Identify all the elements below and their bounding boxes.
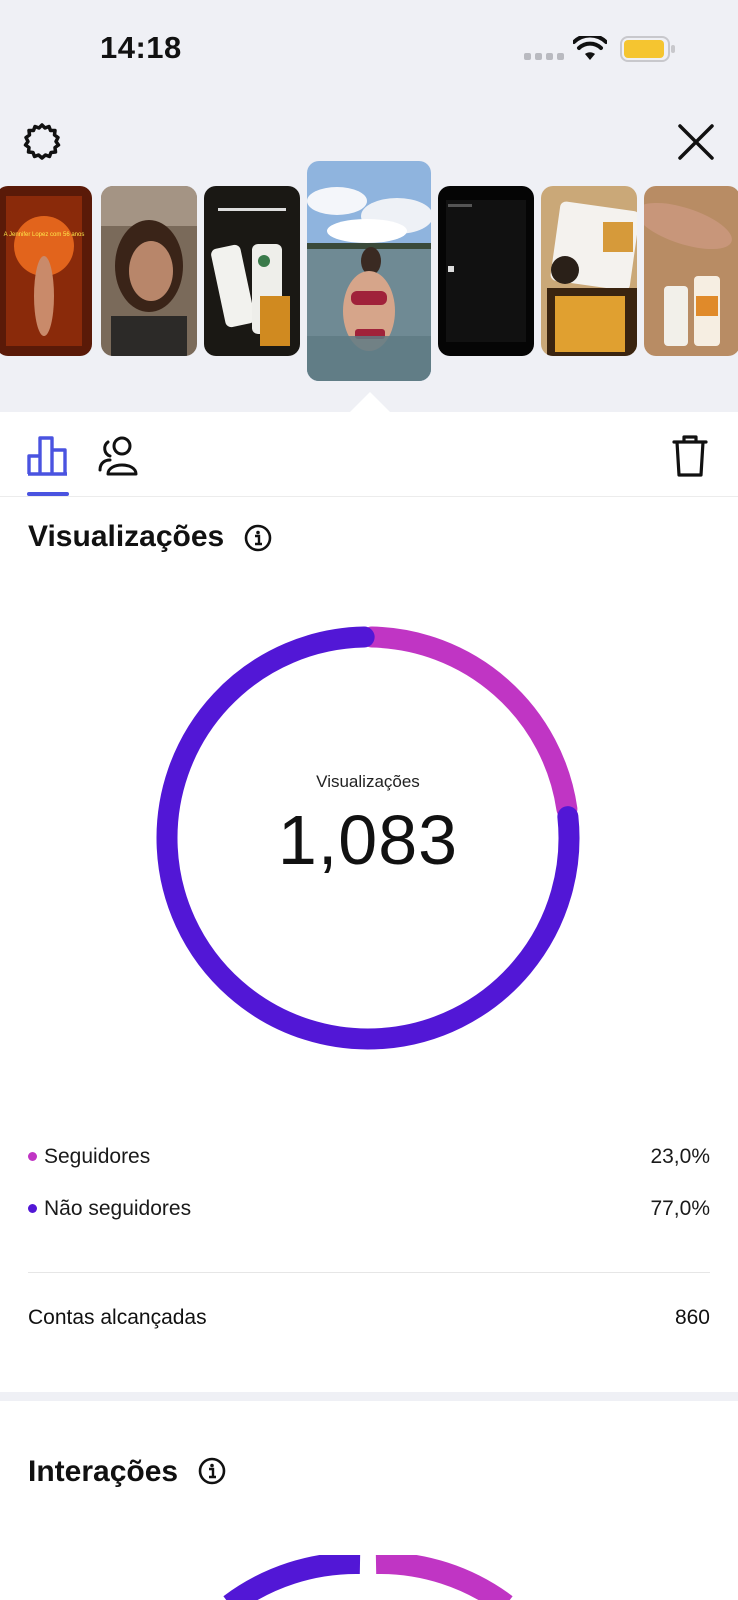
story-thumbnail-selected[interactable] — [307, 161, 431, 381]
story-overlay-text: A Jennifer Lopez com 56 anos — [4, 232, 85, 238]
info-icon[interactable] — [244, 524, 272, 552]
interactions-donut-chart-partial — [223, 1555, 513, 1600]
story-thumbnail[interactable]: A Jennifer Lopez com 56 anos — [0, 186, 92, 356]
accounts-reached-row: Contas alcançadas 860 — [28, 1306, 710, 1330]
non-followers-color-dot — [28, 1204, 37, 1213]
trash-icon[interactable] — [670, 434, 710, 478]
story-thumbnail[interactable] — [101, 186, 197, 356]
tab-bar — [0, 412, 738, 497]
story-thumbnail[interactable] — [644, 186, 738, 356]
story-thumbnail[interactable] — [541, 186, 637, 356]
donut-center-value: 1,083 — [277, 801, 459, 879]
stories-header: 14:18 A Jennifer Lopez com 56 anos — [0, 0, 738, 412]
selected-story-pointer — [350, 392, 390, 412]
divider — [28, 1272, 710, 1273]
active-tab-indicator — [27, 492, 69, 496]
donut-center-label: Visualizações — [316, 772, 420, 791]
legend-percent: 23,0% — [650, 1145, 710, 1168]
views-section-title: Visualizações — [28, 520, 225, 553]
followers-color-dot — [28, 1152, 37, 1161]
story-thumbnail[interactable] — [438, 186, 534, 356]
legend-percent: 77,0% — [650, 1197, 710, 1220]
legend-row-non-followers: Não seguidores 77,0% — [28, 1194, 710, 1224]
interactions-section-title: Interações — [28, 1455, 179, 1488]
section-separator — [0, 1392, 738, 1401]
bar-chart-icon[interactable] — [26, 434, 70, 478]
info-icon[interactable] — [198, 1457, 226, 1485]
story-thumbnail[interactable] — [204, 186, 300, 356]
legend-label: Seguidores — [44, 1145, 151, 1168]
stories-carousel: A Jennifer Lopez com 56 anos — [0, 0, 738, 412]
legend-row-followers: Seguidores 23,0% — [28, 1142, 710, 1172]
audience-icon[interactable] — [96, 434, 140, 478]
accounts-reached-value: 860 — [674, 1306, 710, 1329]
legend-label: Não seguidores — [44, 1197, 192, 1220]
accounts-reached-label: Contas alcançadas — [28, 1306, 207, 1329]
